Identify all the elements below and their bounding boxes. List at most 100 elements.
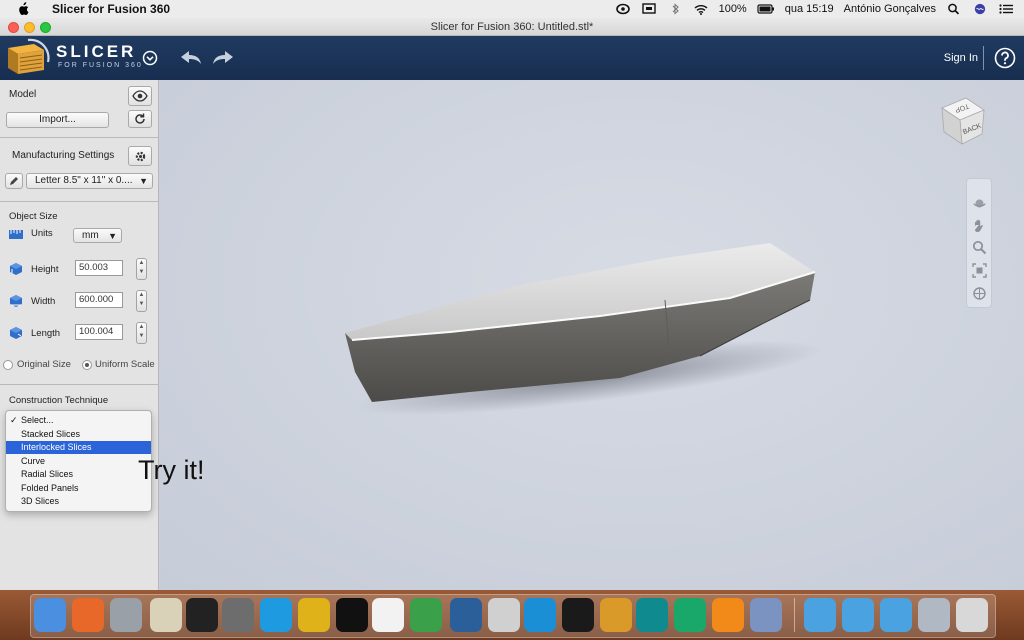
folder-icon[interactable] bbox=[804, 598, 836, 632]
instruments-icon[interactable] bbox=[488, 598, 520, 632]
sheet-select[interactable]: Letter 8.5" x 11" x 0.... ▼ bbox=[26, 173, 153, 189]
user-name[interactable]: António Gonçalves bbox=[844, 3, 936, 15]
preview-icon[interactable] bbox=[372, 598, 404, 632]
tool-icon[interactable] bbox=[600, 598, 632, 632]
boat-model[interactable] bbox=[160, 80, 1024, 590]
blender-icon[interactable] bbox=[298, 598, 330, 632]
dropdown-arrow-icon: ▼ bbox=[139, 176, 148, 186]
fusion360-icon[interactable] bbox=[712, 598, 744, 632]
construction-technique-dropdown[interactable]: ✓ Select... Stacked Slices Interlocked Sl… bbox=[5, 410, 152, 512]
zoom-icon[interactable] bbox=[972, 240, 987, 255]
redo-icon[interactable] bbox=[210, 48, 236, 68]
chevron-down-circle-icon[interactable] bbox=[142, 50, 158, 66]
object-size-section: Object Size Units mm ▼ Height 50.003 ▲ ▼ … bbox=[0, 202, 159, 385]
settings-panel: Model Import... Manufacturing Settings L… bbox=[0, 80, 159, 590]
ruler-icon bbox=[9, 230, 23, 239]
manufacturing-settings-button[interactable] bbox=[128, 146, 152, 166]
construction-option[interactable]: Folded Panels bbox=[6, 482, 151, 495]
uniform-scale-label: Uniform Scale bbox=[95, 359, 155, 370]
construction-label: Construction Technique bbox=[9, 395, 109, 406]
checkmark-icon: ✓ bbox=[10, 415, 18, 425]
window-title-bar: Slicer for Fusion 360: Untitled.stl* bbox=[0, 18, 1024, 36]
slicer-icon[interactable] bbox=[750, 598, 782, 632]
downloads-icon[interactable] bbox=[842, 598, 874, 632]
pan-hand-icon[interactable] bbox=[972, 218, 987, 233]
spotlight-search-icon[interactable] bbox=[946, 3, 962, 15]
firefox-icon[interactable] bbox=[72, 598, 104, 632]
help-icon[interactable] bbox=[994, 47, 1016, 69]
app-menu-name[interactable]: Slicer for Fusion 360 bbox=[52, 2, 170, 16]
construction-option[interactable]: ✓ Select... bbox=[6, 414, 151, 427]
terminal-icon[interactable] bbox=[562, 598, 594, 632]
close-window-button[interactable] bbox=[8, 22, 19, 33]
c-icon[interactable] bbox=[524, 598, 556, 632]
length-stepper[interactable]: ▲ ▼ bbox=[136, 322, 147, 344]
fit-view-icon[interactable] bbox=[972, 263, 987, 278]
undo-icon[interactable] bbox=[178, 48, 204, 68]
object-size-label: Object Size bbox=[9, 211, 58, 222]
finder-icon[interactable] bbox=[34, 598, 66, 632]
refresh-icon bbox=[135, 113, 145, 124]
units-select[interactable]: mm ▼ bbox=[73, 228, 122, 243]
atom-icon[interactable] bbox=[674, 598, 706, 632]
construction-option[interactable]: Radial Slices bbox=[6, 468, 151, 481]
construction-option[interactable]: Stacked Slices bbox=[6, 428, 151, 441]
length-cube-icon bbox=[10, 327, 22, 339]
look-at-icon[interactable] bbox=[972, 286, 987, 301]
siri-icon[interactable] bbox=[972, 3, 988, 15]
skype-icon[interactable] bbox=[260, 598, 292, 632]
textedit-icon[interactable] bbox=[150, 598, 182, 632]
construction-option[interactable]: 3D Slices bbox=[6, 495, 151, 508]
length-field[interactable]: 100.004 bbox=[75, 324, 123, 340]
width-label: Width bbox=[31, 296, 56, 307]
trash-icon[interactable] bbox=[956, 598, 988, 632]
creative-cloud-icon[interactable] bbox=[615, 3, 631, 15]
construction-option-highlighted[interactable]: Interlocked Slices bbox=[6, 441, 151, 454]
gear-icon bbox=[135, 151, 145, 161]
edit-sheet-button[interactable] bbox=[5, 173, 23, 189]
inkscape-icon[interactable] bbox=[186, 598, 218, 632]
system-prefs-icon[interactable] bbox=[110, 598, 142, 632]
window-title: Slicer for Fusion 360: Untitled.stl* bbox=[430, 21, 594, 33]
refresh-button[interactable] bbox=[128, 110, 152, 128]
view-cube[interactable]: TOP BACK bbox=[936, 94, 988, 146]
header-divider bbox=[983, 46, 984, 70]
pencil-icon bbox=[10, 177, 18, 185]
import-button[interactable]: Import... bbox=[6, 112, 109, 128]
width-stepper[interactable]: ▲ ▼ bbox=[136, 290, 147, 312]
minimize-window-button[interactable] bbox=[24, 22, 35, 33]
units-label: Units bbox=[31, 228, 53, 239]
height-stepper[interactable]: ▲ ▼ bbox=[136, 258, 147, 280]
processing-icon[interactable] bbox=[336, 598, 368, 632]
app-header: SLICER FOR FUSION 360 Sign In bbox=[0, 36, 1024, 80]
orbit-icon[interactable] bbox=[972, 196, 987, 211]
notification-center-icon[interactable] bbox=[998, 3, 1014, 15]
uniform-scale-radio[interactable] bbox=[82, 360, 92, 370]
zoom-window-button[interactable] bbox=[40, 22, 51, 33]
brand-name: SLICER bbox=[56, 42, 137, 61]
display-icon[interactable] bbox=[641, 3, 657, 15]
clock[interactable]: qua 15:19 bbox=[785, 3, 834, 15]
sign-in-link[interactable]: Sign In bbox=[944, 52, 978, 64]
wifi-icon[interactable] bbox=[693, 3, 709, 15]
height-field[interactable]: 50.003 bbox=[75, 260, 123, 276]
video-editor-icon[interactable] bbox=[450, 598, 482, 632]
folder2-icon[interactable] bbox=[880, 598, 912, 632]
battery-percent: 100% bbox=[718, 3, 747, 15]
arduino-icon[interactable] bbox=[636, 598, 668, 632]
construction-option[interactable]: Curve bbox=[6, 455, 151, 468]
width-field[interactable]: 600.000 bbox=[75, 292, 123, 308]
original-size-label: Original Size bbox=[17, 359, 71, 370]
scanner-icon[interactable] bbox=[918, 598, 950, 632]
apple-menu-icon[interactable] bbox=[16, 2, 30, 16]
original-size-radio[interactable] bbox=[3, 360, 13, 370]
calculator-icon[interactable] bbox=[222, 598, 254, 632]
menu-bar: Slicer for Fusion 360 100% qua 15:19 Ant… bbox=[0, 0, 1024, 18]
brand-subtitle: FOR FUSION 360 bbox=[58, 62, 143, 69]
battery-icon[interactable] bbox=[757, 3, 775, 15]
maps-icon[interactable] bbox=[410, 598, 442, 632]
bluetooth-icon[interactable] bbox=[667, 3, 683, 15]
manufacturing-label: Manufacturing Settings bbox=[12, 150, 115, 161]
try-it-annotation: Try it! bbox=[138, 455, 205, 485]
visibility-button[interactable] bbox=[128, 86, 152, 106]
